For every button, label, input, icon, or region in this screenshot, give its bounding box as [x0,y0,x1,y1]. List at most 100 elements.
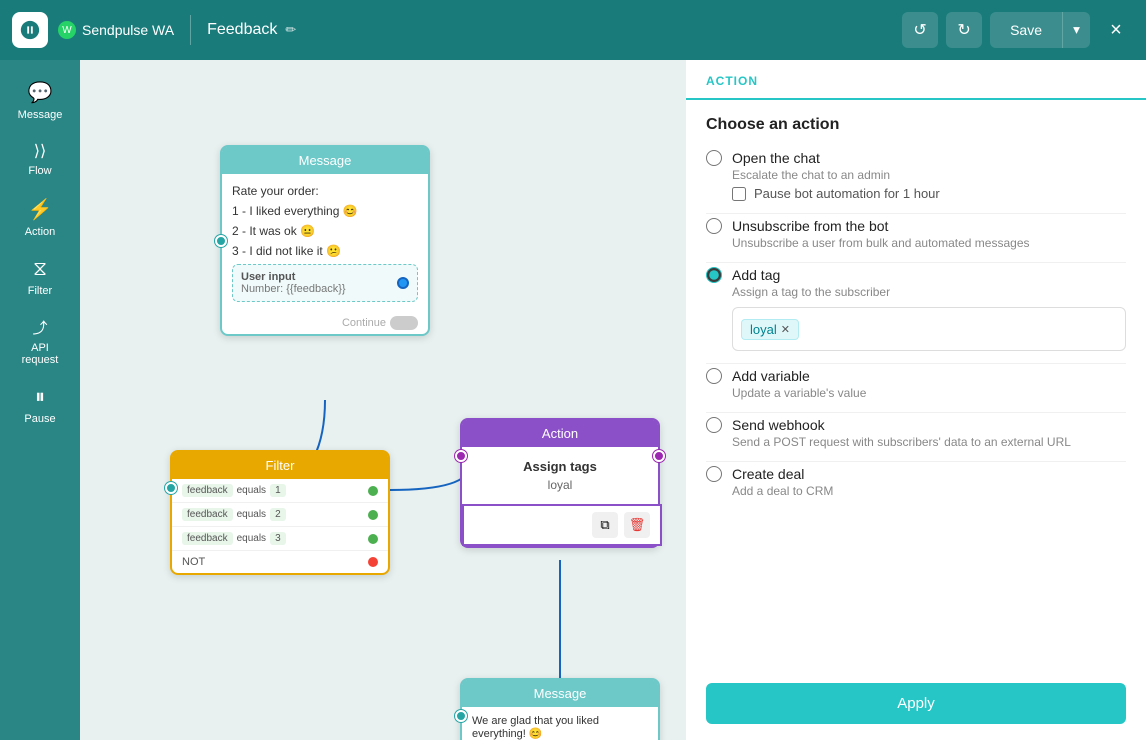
bottom-msg-left-connector [455,710,467,722]
filter-row-1: feedback equals 1 [172,479,388,503]
action-node-header: Action [462,420,658,447]
pause-icon: ⏸ [35,386,45,409]
message-icon: 💬 [28,80,53,105]
tag-input-container[interactable]: loyal ✕ [732,307,1126,351]
delete-button[interactable]: 🗑 [624,512,650,538]
action-icon: ⚡ [28,197,53,222]
sidebar-item-action[interactable]: ⚡ Action [6,189,74,246]
option-unsubscribe: Unsubscribe from the bot Unsubscribe a u… [706,218,1126,250]
flow-icon: ⟩⟩ [34,141,46,161]
filter-node: Filter feedback equals 1 feedback equals… [170,450,390,575]
action-node: Action Assign tags loyal ⧉ 🗑 [460,418,660,548]
option-desc-add-variable: Update a variable's value [732,386,1126,400]
brand: W Sendpulse WA [58,21,174,39]
tag-chip-loyal: loyal ✕ [741,319,799,340]
radio-add-tag[interactable] [706,267,722,283]
copy-button[interactable]: ⧉ [592,512,618,538]
bottom-line1: We are glad that you liked [472,715,648,727]
tag-remove-icon[interactable]: ✕ [781,323,790,336]
action-node-body: Assign tags loyal [462,447,658,504]
message-node-body: Rate your order: 1 - I liked everything … [222,174,428,312]
option-send-webhook: Send webhook Send a POST request with su… [706,417,1126,449]
sidebar-item-pause[interactable]: ⏸ Pause [6,378,74,433]
action-node-footer: ⧉ 🗑 [462,504,662,546]
option-desc-add-tag: Assign a tag to the subscriber [732,285,1126,299]
sidebar-label-pause: Pause [24,413,55,425]
flow-canvas: Message Rate your order: 1 - I liked eve… [80,60,686,740]
action-assign-label: Assign tags [474,459,646,474]
filter-dot-3 [368,534,378,544]
checkbox-row-pause: Pause bot automation for 1 hour [732,186,1126,201]
topbar-divider [190,15,191,45]
sidebar-item-filter[interactable]: ⧖ Filter [6,250,74,305]
logo [12,12,48,48]
option-open-chat: Open the chat Escalate the chat to an ad… [706,150,1126,201]
body-line1: Rate your order: [232,184,418,198]
apply-button[interactable]: Apply [706,683,1126,724]
main-area: 💬 Message ⟩⟩ Flow ⚡ Action ⧖ Filter ⤴ AP… [0,60,1146,740]
user-input-connector [397,277,409,289]
save-dropdown-button[interactable]: ▾ [1062,12,1090,48]
message-node-header: Message [222,147,428,174]
action-tag-value: loyal [474,478,646,492]
sidebar-label-flow: Flow [28,165,51,177]
topbar: W Sendpulse WA Feedback ✏ ↺ ↻ Save ▾ × [0,0,1146,60]
radio-add-variable[interactable] [706,368,722,384]
sidebar: 💬 Message ⟩⟩ Flow ⚡ Action ⧖ Filter ⤴ AP… [0,60,80,740]
user-input-box[interactable]: User input Number: {{feedback}} [232,264,418,302]
filter-not-row: NOT [172,551,388,573]
option-label-create-deal: Create deal [732,466,804,482]
save-btn-group: Save ▾ [990,12,1090,48]
bottom-message-node: Message We are glad that you liked every… [460,678,660,740]
sidebar-label-api: API request [12,342,68,366]
sidebar-item-api[interactable]: ⤴ API request [6,309,74,374]
option-label-send-webhook: Send webhook [732,417,825,433]
continue-toggle[interactable] [390,316,418,330]
sidebar-item-flow[interactable]: ⟩⟩ Flow [6,133,74,185]
undo-button[interactable]: ↺ [902,12,938,48]
panel-section-label: ACTION [706,74,1126,88]
continue-label: Continue [342,317,386,329]
checkbox-label-pause: Pause bot automation for 1 hour [754,186,940,201]
filter-row-3: feedback equals 3 [172,527,388,551]
radio-open-chat[interactable] [706,150,722,166]
sidebar-item-message[interactable]: 💬 Message [6,72,74,129]
filter-icon: ⧖ [33,258,47,281]
option-label-unsubscribe: Unsubscribe from the bot [732,218,888,234]
message-node-footer: Continue [222,312,428,334]
brand-name: Sendpulse WA [82,22,174,38]
filter-node-header: Filter [172,452,388,479]
sidebar-label-message: Message [18,109,63,121]
bottom-line2: everything! 😊 [472,727,648,740]
option-desc-send-webhook: Send a POST request with subscribers' da… [732,435,1126,449]
radio-send-webhook[interactable] [706,417,722,433]
sidebar-label-filter: Filter [28,285,52,297]
option-add-variable: Add variable Update a variable's value [706,368,1126,400]
checkbox-pause-bot[interactable] [732,187,746,201]
save-button[interactable]: Save [990,12,1062,48]
tag-value: loyal [750,322,777,337]
edit-icon[interactable]: ✏ [285,22,296,38]
radio-create-deal[interactable] [706,466,722,482]
radio-unsubscribe[interactable] [706,218,722,234]
body-line4: 3 - I did not like it 😕 [232,244,418,258]
option-create-deal: Create deal Add a deal to CRM [706,466,1126,498]
topbar-actions: ↺ ↻ Save ▾ × [902,12,1134,48]
action-right-connector [653,450,665,462]
message-node-top: Message Rate your order: 1 - I liked eve… [220,145,430,336]
filter-left-connector [165,482,177,494]
option-add-tag: Add tag Assign a tag to the subscriber l… [706,267,1126,351]
option-label-add-variable: Add variable [732,368,810,384]
message-node-left-connector [215,235,227,247]
close-button[interactable]: × [1098,12,1134,48]
tag-text-input[interactable] [805,322,981,337]
redo-button[interactable]: ↻ [946,12,982,48]
bottom-msg-header: Message [462,680,658,707]
body-line2: 1 - I liked everything 😊 [232,204,418,218]
option-label-add-tag: Add tag [732,267,780,283]
not-label: NOT [182,556,205,568]
panel-header: ACTION [686,60,1146,100]
filter-not-dot [368,557,378,567]
body-line3: 2 - It was ok 😐 [232,224,418,238]
filter-row-2: feedback equals 2 [172,503,388,527]
